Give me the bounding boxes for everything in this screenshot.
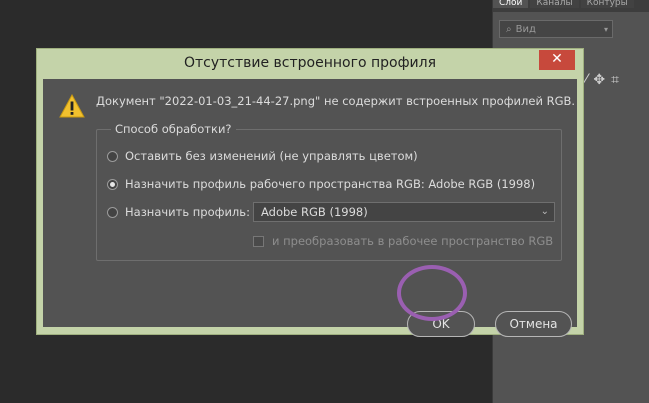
option-assign-profile[interactable]: Назначить профиль: xyxy=(107,205,250,219)
dialog-body: Документ "2022-01-03_21-44-27.png" не со… xyxy=(43,79,577,337)
chevron-down-icon: ▾ xyxy=(603,25,608,34)
artboard-icon[interactable]: ⌗ xyxy=(611,72,619,88)
option-leave-unchanged[interactable]: Оставить без изменений (не управлять цве… xyxy=(107,149,418,163)
panel-tabs: Слои Каналы Контуры xyxy=(493,0,649,12)
radio-assign-working-rgb[interactable] xyxy=(107,178,118,190)
dialog-message: Документ "2022-01-03_21-44-27.png" не со… xyxy=(96,94,576,108)
option-label: Назначить профиль: xyxy=(125,205,250,219)
convert-option: и преобразовать в рабочее пространство R… xyxy=(253,234,553,248)
handling-options-group: Способ обработки? Оставить без изменений… xyxy=(96,122,562,261)
tab-paths[interactable]: Контуры xyxy=(580,0,634,8)
layer-filter-placeholder: Вид xyxy=(515,24,536,35)
option-label: Оставить без изменений (не управлять цве… xyxy=(125,149,418,163)
profile-select[interactable]: Adobe RGB (1998) ⌄ xyxy=(253,202,555,222)
option-assign-working-rgb[interactable]: Назначить профиль рабочего пространства … xyxy=(107,177,535,191)
cancel-button[interactable]: Отмена xyxy=(495,311,572,337)
convert-label: и преобразовать в рабочее пространство R… xyxy=(272,234,554,248)
convert-checkbox xyxy=(253,235,264,247)
group-label: Способ обработки? xyxy=(111,122,236,136)
dialog-titlebar[interactable]: Отсутствие встроенного профиля ✕ xyxy=(37,49,583,79)
layer-filter-input[interactable]: ⌕ Вид ▾ xyxy=(499,20,613,38)
highlight-circle xyxy=(397,265,467,321)
radio-assign-profile[interactable] xyxy=(107,206,118,218)
move-icon[interactable]: ✥ xyxy=(593,72,605,88)
option-label: Назначить профиль рабочего пространства … xyxy=(125,177,536,191)
dialog-title: Отсутствие встроенного профиля xyxy=(183,55,437,71)
profile-select-value: Adobe RGB (1998) xyxy=(261,205,368,219)
warning-icon xyxy=(59,94,85,118)
tab-layers[interactable]: Слои xyxy=(493,0,529,8)
lock-toolbar: ⁄ ✥ ⌗ xyxy=(585,72,619,88)
close-button[interactable]: ✕ xyxy=(539,50,575,70)
tab-channels[interactable]: Каналы xyxy=(530,0,579,8)
chevron-down-icon: ⌄ xyxy=(540,206,549,217)
radio-leave-unchanged[interactable] xyxy=(107,150,118,162)
search-icon: ⌕ xyxy=(506,24,512,35)
brush-icon[interactable]: ⁄ xyxy=(585,72,587,88)
missing-profile-dialog: Отсутствие встроенного профиля ✕ Докумен… xyxy=(36,48,584,337)
